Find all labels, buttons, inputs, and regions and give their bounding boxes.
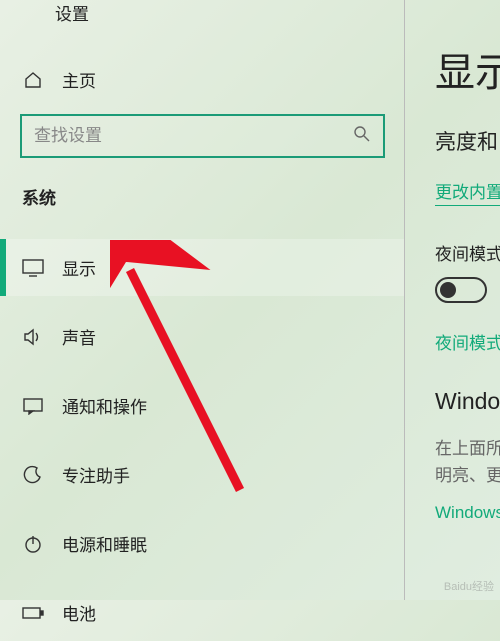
sound-icon — [22, 328, 44, 346]
sidebar-item-battery[interactable]: 电池 — [0, 584, 405, 641]
sidebar-item-display[interactable]: 显示 — [0, 239, 405, 296]
night-mode-toggle[interactable] — [435, 277, 487, 303]
display-icon — [22, 259, 44, 277]
search-box[interactable] — [20, 114, 385, 158]
night-mode-label: 夜间模式 — [435, 240, 500, 265]
notifications-icon — [22, 397, 44, 415]
hd-link[interactable]: Windows — [435, 503, 500, 527]
sidebar-item-label: 电池 — [62, 600, 96, 625]
page-title: 显示 — [435, 40, 500, 98]
battery-icon — [22, 606, 44, 620]
brightness-heading: 亮度和 — [435, 126, 500, 156]
home-nav[interactable]: 主页 — [0, 57, 405, 102]
title-text: 设置 — [55, 0, 89, 25]
power-icon — [22, 534, 44, 554]
sidebar-item-label: 显示 — [62, 255, 96, 280]
sidebar-item-power[interactable]: 电源和睡眠 — [0, 515, 405, 572]
sidebar-item-label: 声音 — [62, 324, 96, 349]
vertical-divider — [404, 0, 405, 600]
content-panel: 显示 亮度和 更改内置 夜间模式 夜间模式 Windows 在上面所 明亮、更 … — [405, 0, 500, 600]
brightness-link[interactable]: 更改内置 — [435, 178, 500, 210]
sidebar-item-label: 通知和操作 — [62, 393, 147, 418]
window-title: 设置 — [0, 0, 405, 37]
sidebar-item-notifications[interactable]: 通知和操作 — [0, 377, 405, 434]
sidebar-item-focus[interactable]: 专注助手 — [0, 446, 405, 503]
category-heading: 系统 — [0, 176, 405, 219]
sidebar-item-label: 专注助手 — [62, 462, 130, 487]
watermark: Baidu经验 — [444, 581, 494, 594]
settings-sidebar: 设置 主页 系统 显示 声音 通知和操作 专注助手 — [0, 0, 405, 600]
search-icon — [353, 125, 371, 148]
search-input[interactable] — [34, 126, 353, 146]
sidebar-item-sound[interactable]: 声音 — [0, 308, 405, 365]
night-mode-settings-link[interactable]: 夜间模式 — [435, 329, 500, 358]
home-icon — [22, 70, 44, 90]
hd-heading: Windows — [435, 388, 500, 415]
focus-icon — [22, 465, 44, 485]
home-label: 主页 — [62, 67, 96, 92]
sidebar-item-label: 电源和睡眠 — [62, 531, 147, 556]
hd-description: 在上面所 明亮、更 — [435, 435, 500, 489]
